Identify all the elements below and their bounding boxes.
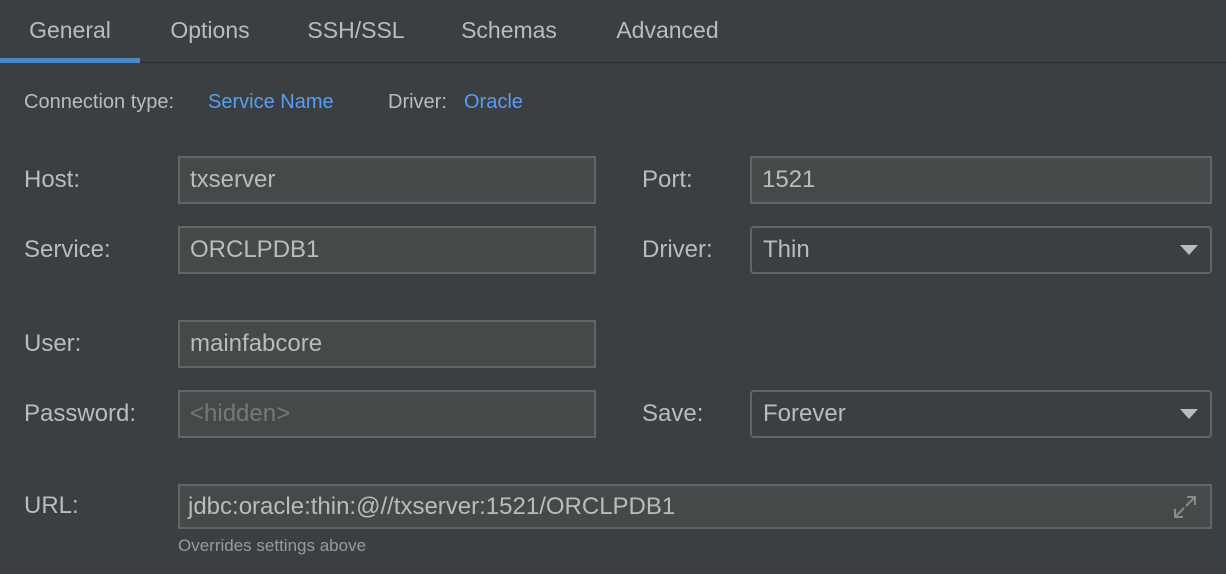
user-input[interactable]: mainfabcore [178, 320, 596, 368]
service-input[interactable]: ORCLPDB1 [178, 226, 596, 274]
connection-type-label: Connection type: [24, 91, 175, 113]
save-select[interactable]: Forever [750, 390, 1212, 438]
chevron-down-icon [1180, 409, 1198, 419]
password-label: Password: [24, 400, 137, 427]
connection-type-link[interactable]: Service Name [208, 88, 334, 116]
user-label: User: [24, 330, 82, 357]
save-select-value: Forever [763, 400, 846, 427]
url-label: URL: [24, 492, 79, 519]
tab-bar: General Options SSH/SSL Schemas Advanced [0, 0, 1226, 63]
tab-options[interactable]: Options [155, 0, 265, 63]
driver-info-link[interactable]: Oracle [464, 88, 523, 116]
tab-ssh-ssl[interactable]: SSH/SSL [296, 0, 416, 63]
port-label: Port: [642, 166, 693, 193]
tab-advanced[interactable]: Advanced [602, 0, 733, 63]
url-value: jdbc:oracle:thin:@//txserver:1521/ORCLPD… [188, 493, 676, 520]
chevron-down-icon [1180, 245, 1198, 255]
port-input[interactable]: 1521 [750, 156, 1212, 204]
tab-general[interactable]: General [0, 0, 140, 63]
host-label: Host: [24, 166, 81, 193]
driver-select[interactable]: Thin [750, 226, 1212, 274]
url-hint: Overrides settings above [178, 536, 367, 555]
password-input[interactable]: <hidden> [178, 390, 596, 438]
driver-info-label: Driver: [388, 91, 447, 113]
expand-icon[interactable] [1172, 494, 1198, 520]
tab-schemas[interactable]: Schemas [448, 0, 570, 63]
driver-label: Driver: [642, 236, 713, 263]
service-label: Service: [24, 236, 111, 263]
driver-select-value: Thin [763, 236, 810, 263]
host-input[interactable]: txserver [178, 156, 596, 204]
url-input[interactable]: jdbc:oracle:thin:@//txserver:1521/ORCLPD… [178, 484, 1212, 529]
save-label: Save: [642, 400, 704, 427]
